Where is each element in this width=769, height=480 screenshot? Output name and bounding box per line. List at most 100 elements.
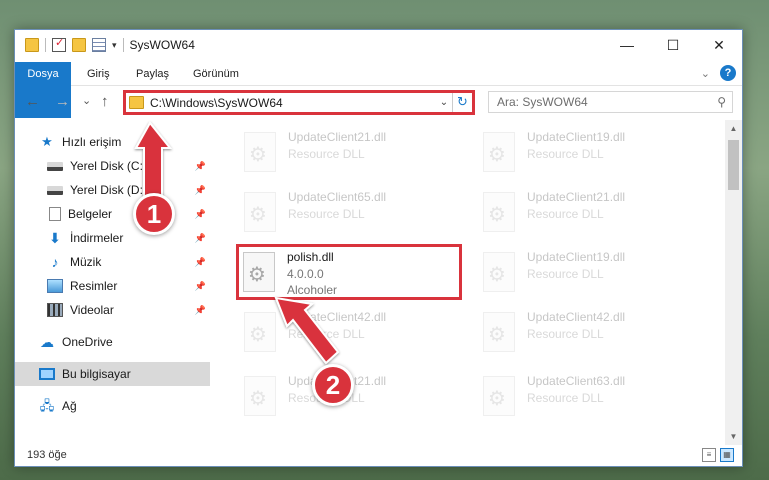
- scroll-up-icon[interactable]: ▲: [725, 120, 742, 137]
- search-input[interactable]: Ara: SysWOW64: [497, 95, 588, 109]
- file-description: Resource DLL: [288, 147, 365, 161]
- forward-arrow-icon[interactable]: →: [55, 93, 70, 110]
- highlighted-file-item[interactable]: polish.dll 4.0.0.0 Alcoholer: [236, 244, 462, 300]
- file-item[interactable]: UpdateClient21.dll Resource DLL: [236, 124, 462, 180]
- divider: [122, 38, 124, 52]
- dll-file-icon: [244, 192, 276, 232]
- sidebar-item-local-disk-c[interactable]: Yerel Disk (C:) 📌: [15, 154, 210, 178]
- file-description: Resource DLL: [527, 267, 604, 281]
- pin-icon: 📌: [194, 184, 206, 195]
- sidebar-item-label: Belgeler: [68, 207, 113, 221]
- dll-file-icon: [244, 312, 276, 352]
- pin-icon: 📌: [194, 160, 206, 171]
- sidebar-item-onedrive[interactable]: ☁ OneDrive: [15, 330, 210, 354]
- file-item[interactable]: UpdateClient21.dll Resource DLL: [475, 184, 701, 240]
- dll-file-icon: [243, 252, 275, 292]
- expand-ribbon-icon[interactable]: ⌄: [701, 67, 710, 80]
- window-title: SysWOW64: [129, 38, 195, 52]
- help-icon[interactable]: ?: [720, 65, 736, 81]
- up-arrow-icon[interactable]: ↑: [101, 93, 109, 110]
- item-count: 193 öğe: [27, 449, 67, 461]
- maximize-button[interactable]: ☐: [650, 30, 696, 60]
- sidebar-item-pictures[interactable]: Resimler 📌: [15, 274, 210, 298]
- address-path[interactable]: C:\Windows\SysWOW64: [150, 96, 436, 110]
- sidebar-item-videos[interactable]: Videolar 📌: [15, 298, 210, 322]
- sidebar-item-quick-access[interactable]: ★ Hızlı erişim: [15, 130, 210, 154]
- scroll-thumb[interactable]: [728, 140, 739, 190]
- pictures-icon: [47, 279, 63, 293]
- details-view-icon[interactable]: ≡: [702, 448, 716, 462]
- file-version: 4.0.0.0: [287, 267, 324, 281]
- address-dropdown-icon[interactable]: ⌄: [436, 97, 452, 108]
- window-controls: — ☐ ✕: [604, 30, 742, 60]
- quick-access-toolbar: ▾ SysWOW64: [25, 36, 195, 52]
- file-description: Resource DLL: [288, 207, 365, 221]
- status-bar: 193 öğe ≡ ▦: [15, 444, 742, 466]
- properties-check-icon[interactable]: [52, 36, 66, 52]
- sidebar-item-label: Yerel Disk (D:): [70, 183, 147, 197]
- refresh-icon[interactable]: ↻: [452, 93, 472, 112]
- sidebar-item-label: İndirmeler: [70, 231, 124, 245]
- documents-icon: [49, 207, 61, 221]
- sidebar-item-downloads[interactable]: ⬇ İndirmeler 📌: [15, 226, 210, 250]
- sidebar-item-documents[interactable]: Belgeler 📌: [15, 202, 210, 226]
- dll-file-icon: [483, 312, 515, 352]
- file-description: Resource DLL: [527, 327, 604, 341]
- file-company: Alcoholer: [287, 283, 338, 297]
- step-1-badge: 1: [133, 193, 175, 235]
- sidebar-item-local-disk-d[interactable]: Yerel Disk (D:) 📌: [15, 178, 210, 202]
- properties-icon[interactable]: [92, 38, 106, 52]
- sidebar-item-label: Hızlı erişim: [62, 135, 122, 149]
- address-bar[interactable]: C:\Windows\SysWOW64 ⌄ ↻: [123, 90, 475, 115]
- close-button[interactable]: ✕: [696, 30, 742, 60]
- scroll-down-icon[interactable]: ▼: [725, 428, 742, 445]
- new-folder-icon[interactable]: [72, 38, 86, 52]
- file-item[interactable]: UpdateClient63.dll Resource DLL: [475, 368, 701, 424]
- file-description: Resource DLL: [288, 327, 365, 341]
- recent-locations-icon[interactable]: ⌄: [82, 94, 91, 107]
- file-item[interactable]: UpdateClient42.dll Resource DLL: [475, 304, 701, 360]
- pin-icon: 📌: [194, 208, 206, 219]
- file-name: UpdateClient42.dll: [527, 310, 626, 324]
- folder-icon: [25, 38, 39, 52]
- customize-dropdown-icon[interactable]: ▾: [112, 40, 117, 51]
- tab-share[interactable]: Paylaş: [136, 62, 169, 86]
- back-arrow-icon[interactable]: ←: [25, 93, 40, 110]
- sidebar-item-label: Bu bilgisayar: [62, 367, 131, 381]
- cloud-icon: ☁: [40, 334, 54, 350]
- tab-home[interactable]: Giriş: [87, 62, 110, 86]
- file-item[interactable]: UpdateClient19.dll Resource DLL: [475, 244, 701, 300]
- tiles-view-icon[interactable]: ▦: [720, 448, 734, 462]
- tab-view[interactable]: Görünüm: [193, 62, 239, 86]
- ribbon-tabs: Dosya Giriş Paylaş Görünüm ⌄ ?: [15, 62, 742, 118]
- view-switcher: ≡ ▦: [702, 448, 734, 462]
- file-item[interactable]: UpdateClient42.dll Resource DLL: [236, 304, 462, 360]
- sidebar-item-network[interactable]: 🖧 Ağ: [15, 394, 210, 418]
- file-name: UpdateClient65.dll: [288, 190, 387, 204]
- dll-file-icon: [483, 192, 515, 232]
- pin-icon: 📌: [194, 304, 206, 315]
- sidebar-item-label: Resimler: [70, 279, 118, 293]
- computer-icon: [39, 368, 55, 380]
- minimize-button[interactable]: —: [604, 30, 650, 60]
- file-item[interactable]: UpdateClient19.dll Resource DLL: [475, 124, 701, 180]
- pin-icon: 📌: [194, 280, 206, 291]
- file-item[interactable]: UpdateClient65.dll Resource DLL: [236, 184, 462, 240]
- sidebar-item-label: Yerel Disk (C:): [70, 159, 147, 173]
- star-icon: ★: [41, 134, 53, 149]
- sidebar-item-music[interactable]: ♪ Müzik 📌: [15, 250, 210, 274]
- search-icon: ⚲: [717, 95, 726, 109]
- title-bar: ▾ SysWOW64 — ☐ ✕: [15, 30, 742, 62]
- file-name: UpdateClient21.dll: [527, 190, 626, 204]
- dll-file-icon: [483, 132, 515, 172]
- videos-icon: [47, 303, 63, 317]
- sidebar-item-this-pc[interactable]: Bu bilgisayar: [15, 362, 210, 386]
- vertical-scrollbar[interactable]: ▲ ▼: [725, 120, 742, 445]
- downloads-icon: ⬇: [49, 230, 61, 246]
- search-box[interactable]: Ara: SysWOW64 ⚲: [488, 91, 733, 113]
- network-icon: 🖧: [39, 398, 55, 413]
- file-name: UpdateClient19.dll: [527, 130, 626, 144]
- file-description: Resource DLL: [527, 391, 604, 405]
- drive-icon: [47, 185, 63, 195]
- file-description: Resource DLL: [527, 207, 604, 221]
